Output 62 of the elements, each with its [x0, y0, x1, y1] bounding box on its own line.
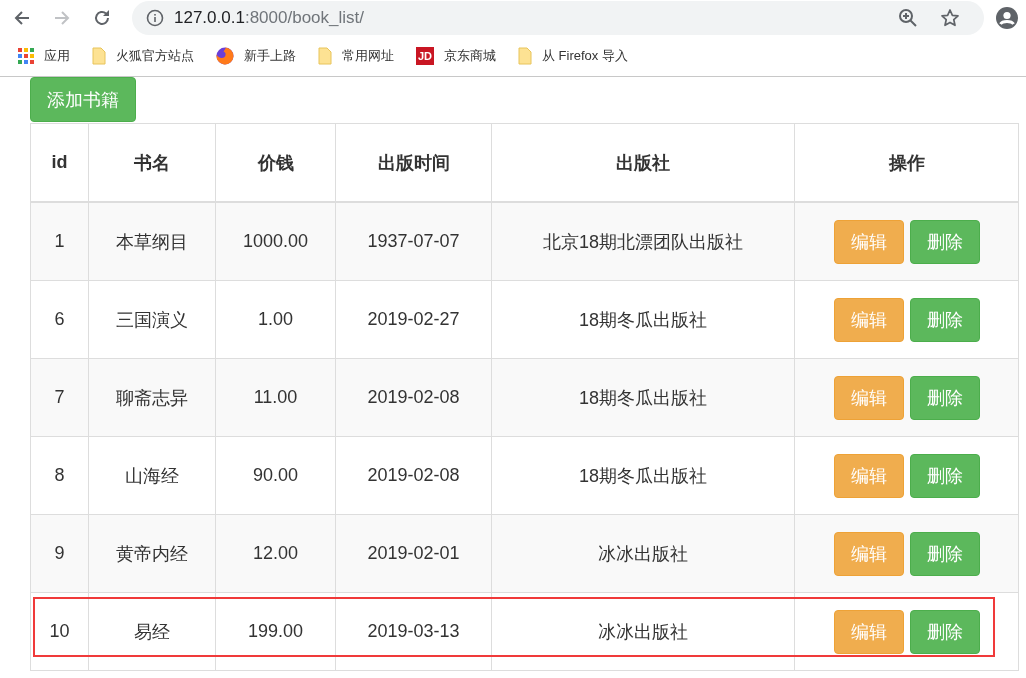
- url-text: 127.0.0.1:8000/book_list/: [174, 8, 365, 28]
- edit-button[interactable]: 编辑: [833, 609, 904, 654]
- add-book-button[interactable]: 添加书籍: [30, 77, 136, 122]
- firefox-icon: [216, 47, 234, 65]
- table-cell: 山海经: [88, 436, 216, 515]
- table-cell: 1: [30, 202, 89, 281]
- table-cell: 10: [30, 592, 89, 671]
- bookmark-item[interactable]: 新手上路: [216, 47, 296, 65]
- edit-button[interactable]: 编辑: [833, 453, 904, 498]
- folder-icon: [318, 47, 332, 65]
- bookmark-item[interactable]: 应用: [18, 47, 70, 65]
- edit-button[interactable]: 编辑: [833, 375, 904, 420]
- table-cell: 三国演义: [88, 280, 216, 359]
- folder-icon: [518, 47, 532, 65]
- table-cell: 1000.00: [215, 202, 336, 281]
- edit-button[interactable]: 编辑: [833, 219, 904, 264]
- table-cell: 2019-02-08: [335, 436, 492, 515]
- profile-icon[interactable]: [996, 7, 1018, 29]
- delete-button[interactable]: 删除: [909, 375, 980, 420]
- table-cell: 18期冬瓜出版社: [491, 436, 795, 515]
- table-cell: 北京18期北漂团队出版社: [491, 202, 795, 281]
- reload-icon[interactable]: [92, 8, 112, 28]
- table-cell: 12.00: [215, 514, 336, 593]
- table-cell: 2019-02-08: [335, 358, 492, 437]
- table-cell: 2019-02-27: [335, 280, 492, 359]
- table-cell: 18期冬瓜出版社: [491, 280, 795, 359]
- delete-button[interactable]: 删除: [909, 609, 980, 654]
- table-cell: 8: [30, 436, 89, 515]
- bookmark-item[interactable]: JD 京东商城: [416, 47, 496, 65]
- table-cell: 聊斋志异: [88, 358, 216, 437]
- apps-grid-icon: [18, 48, 34, 64]
- delete-button[interactable]: 删除: [909, 219, 980, 264]
- table-cell: 1937-07-07: [335, 202, 492, 281]
- address-bar[interactable]: 127.0.0.1:8000/book_list/: [132, 1, 984, 35]
- table-cell: 199.00: [215, 592, 336, 671]
- table-cell: 6: [30, 280, 89, 359]
- table-cell: 本草纲目: [88, 202, 216, 281]
- bookmark-item[interactable]: 从 Firefox 导入: [518, 47, 628, 65]
- bookmark-item[interactable]: 火狐官方站点: [92, 47, 194, 65]
- table-cell: 2019-03-13: [335, 592, 492, 671]
- table-cell: 黄帝内经: [88, 514, 216, 593]
- table-cell: 2019-02-01: [335, 514, 492, 593]
- delete-button[interactable]: 删除: [909, 531, 980, 576]
- delete-button[interactable]: 删除: [909, 453, 980, 498]
- info-icon: [146, 9, 164, 27]
- bookmark-item[interactable]: 常用网址: [318, 47, 394, 65]
- star-icon[interactable]: [940, 8, 960, 28]
- table-cell: 1.00: [215, 280, 336, 359]
- jd-logo-icon: JD: [416, 47, 434, 65]
- table-cell: 9: [30, 514, 89, 593]
- table-cell: 11.00: [215, 358, 336, 437]
- table-cell: 90.00: [215, 436, 336, 515]
- table-cell: 冰冰出版社: [491, 592, 795, 671]
- edit-button[interactable]: 编辑: [833, 297, 904, 342]
- folder-icon: [92, 47, 106, 65]
- zoom-icon[interactable]: [898, 8, 918, 28]
- table-cell: 易经: [88, 592, 216, 671]
- delete-button[interactable]: 删除: [909, 297, 980, 342]
- table-cell: 7: [30, 358, 89, 437]
- table-cell: 冰冰出版社: [491, 514, 795, 593]
- edit-button[interactable]: 编辑: [833, 531, 904, 576]
- table-cell: 18期冬瓜出版社: [491, 358, 795, 437]
